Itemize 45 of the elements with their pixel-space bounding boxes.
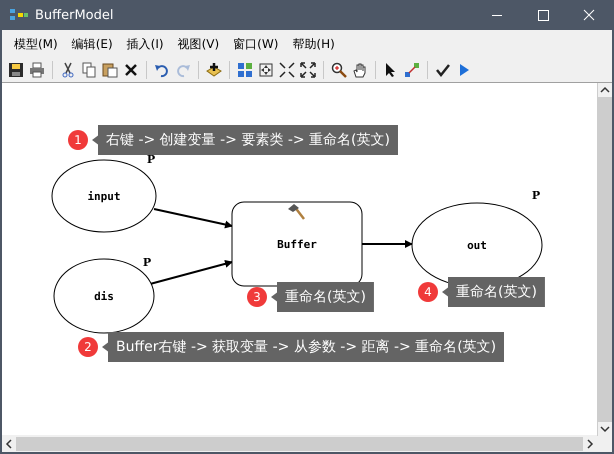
expand-icon[interactable]: [300, 62, 316, 78]
scroll-thumb[interactable]: [16, 437, 583, 451]
step-number: 2: [78, 337, 98, 357]
extent-icon[interactable]: [258, 62, 274, 78]
node-label: input: [87, 190, 121, 203]
step-number: 3: [247, 287, 267, 307]
vertical-scrollbar[interactable]: [597, 83, 612, 436]
zoom-icon[interactable]: [331, 62, 347, 78]
hammer-icon: [288, 204, 305, 220]
undo-icon[interactable]: [154, 62, 170, 78]
node-label: Buffer: [277, 238, 317, 251]
pan-icon[interactable]: [352, 62, 368, 78]
menu-item[interactable]: 插入(I): [120, 36, 172, 52]
scroll-down-icon[interactable]: [598, 422, 612, 436]
node-label: dis: [94, 290, 114, 303]
annotation-label: 重命名(英文): [271, 282, 374, 312]
connector-arrow: [362, 240, 413, 248]
menu-item[interactable]: 帮助(H): [286, 36, 343, 52]
save-icon[interactable]: [8, 62, 24, 78]
scroll-up-icon[interactable]: [598, 83, 612, 97]
menu-item[interactable]: 模型(M): [8, 36, 66, 52]
model-icon: [10, 8, 28, 22]
parameter-marker: P: [146, 153, 156, 166]
connect-icon[interactable]: [404, 62, 420, 78]
layout-icon[interactable]: [237, 62, 253, 78]
step-number: 1: [68, 130, 88, 150]
menu-item[interactable]: 视图(V): [172, 36, 228, 52]
annotation-label: Buffer右键 -> 获取变量 -> 从参数 -> 距离 -> 重命名(英文): [102, 332, 504, 362]
parameter-marker: P: [142, 256, 152, 269]
menu-item[interactable]: 窗口(W): [227, 36, 286, 52]
step-number: 4: [418, 282, 438, 302]
paste-icon[interactable]: [102, 62, 118, 78]
menu-item[interactable]: 编辑(E): [66, 36, 121, 52]
copy-icon[interactable]: [81, 62, 97, 78]
window-title: BufferModel: [35, 8, 114, 22]
delete-icon[interactable]: [123, 62, 139, 78]
annotation-label: 重命名(英文): [442, 277, 545, 307]
parameter-marker: P: [532, 189, 540, 202]
shrink-icon[interactable]: [279, 62, 295, 78]
node-label: out: [467, 239, 487, 252]
validate-icon[interactable]: [435, 62, 451, 78]
print-icon[interactable]: [29, 62, 45, 78]
cut-icon[interactable]: [60, 62, 76, 78]
annotation-label: 右键 -> 创建变量 -> 要素类 -> 重命名(英文): [92, 125, 398, 155]
add-icon[interactable]: [206, 62, 222, 78]
